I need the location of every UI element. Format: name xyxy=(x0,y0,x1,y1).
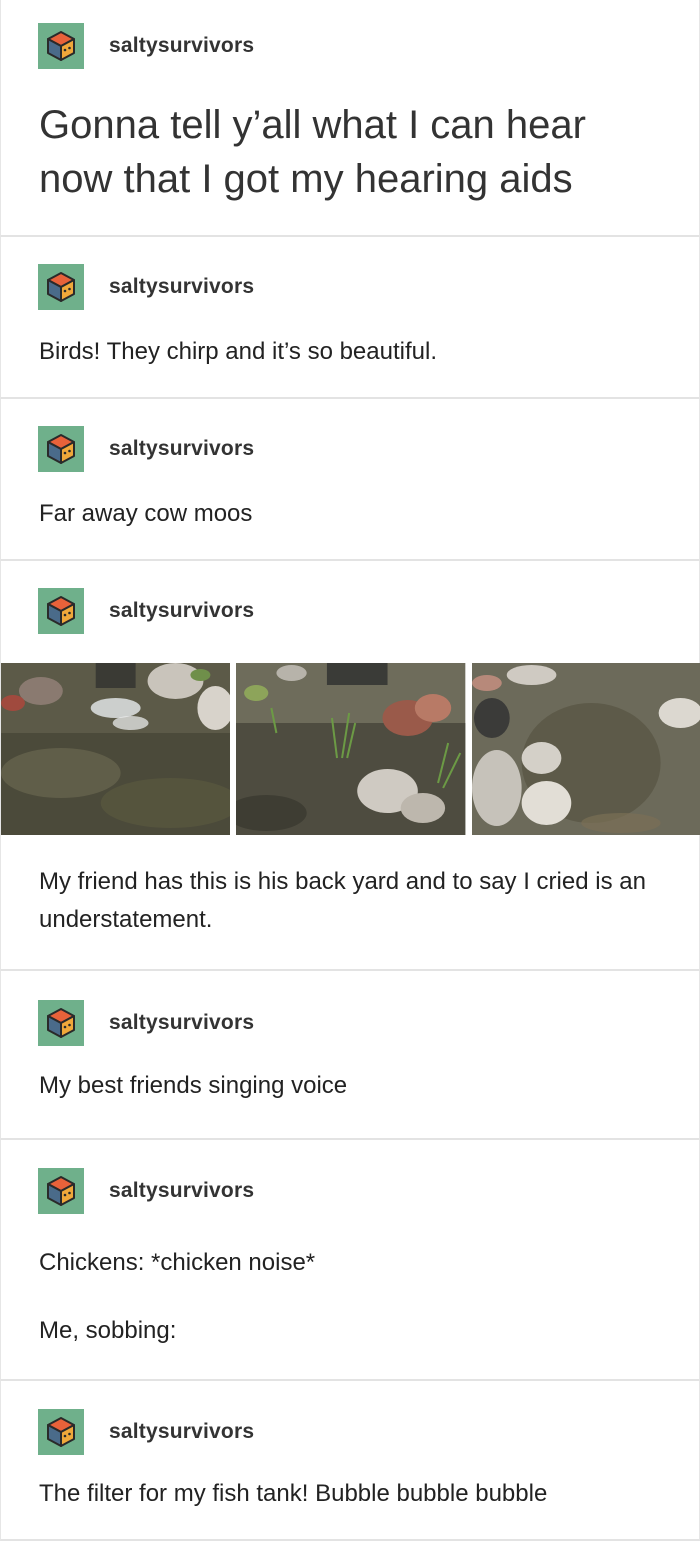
cube-icon xyxy=(47,1176,75,1206)
avatar[interactable] xyxy=(38,1168,84,1214)
post-header: saltysurvivors xyxy=(38,1168,254,1214)
post-text: My best friends singing voice xyxy=(39,1072,348,1099)
post: saltysurvivors Birds! They chirp and it’… xyxy=(0,237,700,399)
username[interactable]: saltysurvivors xyxy=(109,1179,254,1203)
avatar[interactable] xyxy=(38,1409,84,1455)
avatar[interactable] xyxy=(38,1000,84,1046)
avatar[interactable] xyxy=(38,23,84,69)
post: saltysurvivors My best friends singing v… xyxy=(0,971,700,1140)
post-text: Chickens: *chicken noise* xyxy=(39,1249,316,1276)
username[interactable]: saltysurvivors xyxy=(109,275,254,299)
post-header: saltysurvivors xyxy=(38,264,254,310)
cube-icon xyxy=(47,1008,75,1038)
post-text: My friend has this is his back yard and … xyxy=(39,868,646,933)
cube-icon xyxy=(47,1417,75,1447)
post-header: saltysurvivors xyxy=(38,23,254,69)
post-text-2: Me, sobbing: xyxy=(39,1317,177,1344)
post-text: The filter for my fish tank! Bubble bubb… xyxy=(39,1480,548,1507)
photo-stream-2[interactable] xyxy=(236,663,466,835)
photo-stream-3[interactable] xyxy=(471,663,700,835)
avatar[interactable] xyxy=(38,426,84,472)
post: saltysurvivors My friend has this is his… xyxy=(0,561,700,971)
cube-icon xyxy=(47,272,75,302)
username[interactable]: saltysurvivors xyxy=(109,599,254,623)
cube-icon xyxy=(47,434,75,464)
post-header: saltysurvivors xyxy=(38,1409,254,1455)
post: saltysurvivors Gonna tell y’all what I c… xyxy=(0,0,700,237)
post: saltysurvivors Chickens: *chicken noise*… xyxy=(0,1140,700,1381)
post-header: saltysurvivors xyxy=(38,588,254,634)
post-title: Gonna tell y’all what I can hear now tha… xyxy=(39,103,586,201)
username[interactable]: saltysurvivors xyxy=(109,1011,254,1035)
post-text: Birds! They chirp and it’s so beautiful. xyxy=(39,338,437,365)
post-text: Far away cow moos xyxy=(39,500,253,527)
avatar[interactable] xyxy=(38,588,84,634)
username[interactable]: saltysurvivors xyxy=(109,34,254,58)
post-header: saltysurvivors xyxy=(38,426,254,472)
post: saltysurvivors Far away cow moos xyxy=(0,399,700,561)
post-header: saltysurvivors xyxy=(38,1000,254,1046)
photo-stream-1[interactable] xyxy=(1,663,231,835)
avatar[interactable] xyxy=(38,264,84,310)
cube-icon xyxy=(47,596,75,626)
cube-icon xyxy=(47,31,75,61)
post: saltysurvivors The filter for my fish ta… xyxy=(0,1381,700,1541)
username[interactable]: saltysurvivors xyxy=(109,437,254,461)
photo-set xyxy=(1,663,700,835)
username[interactable]: saltysurvivors xyxy=(109,1420,254,1444)
